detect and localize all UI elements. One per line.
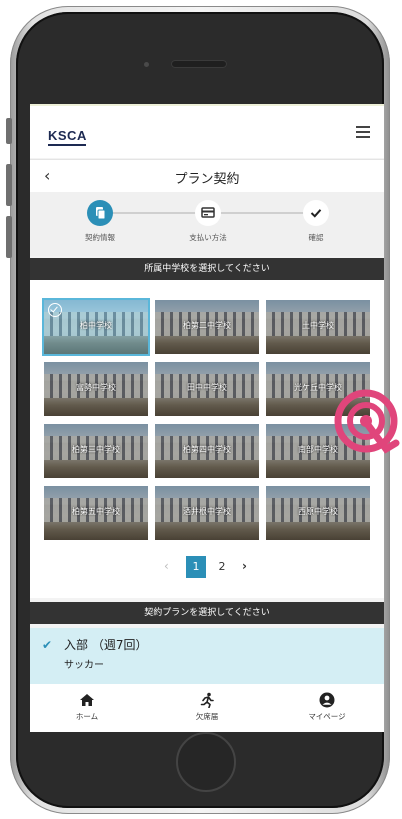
school-tile-selected[interactable]: 柏中学校: [44, 300, 148, 354]
school-name: 南部中学校: [298, 445, 338, 454]
school-tile[interactable]: 田中中学校: [155, 362, 259, 416]
logo[interactable]: KSCA: [48, 128, 87, 143]
step-label: 契約情報: [85, 233, 115, 242]
top-bar: KSCA: [30, 104, 384, 158]
bottom-tab-bar: ホーム 欠席届 マイページ: [30, 684, 384, 732]
plan-title: 入部 （週7回）: [64, 638, 148, 652]
school-name: 柏第二中学校: [183, 321, 231, 330]
page-1-button[interactable]: 1: [186, 556, 206, 578]
school-name: 柏中学校: [80, 321, 112, 330]
step-contract-info: 契約情報: [60, 200, 140, 243]
school-tile[interactable]: 土中学校: [266, 300, 370, 354]
tab-absence[interactable]: 欠席届: [162, 692, 252, 722]
earpiece-speaker: [171, 60, 227, 68]
school-tile[interactable]: 富勢中学校: [44, 362, 148, 416]
next-page-chevron-icon[interactable]: ›: [242, 559, 247, 573]
step-payment-method: 支払い方法: [168, 200, 248, 243]
tab-label: マイページ: [308, 712, 346, 721]
school-name: 富勢中学校: [76, 383, 116, 392]
school-tile[interactable]: 酒井根中学校: [155, 486, 259, 540]
home-button[interactable]: [176, 732, 236, 792]
pagination: ‹ 1 2 ›: [30, 556, 384, 578]
hamburger-menu-icon[interactable]: [356, 126, 370, 138]
credit-card-icon: [195, 200, 221, 226]
plan-sport: サッカー: [64, 660, 104, 671]
front-camera: [144, 62, 149, 67]
document-icon: [87, 200, 113, 226]
tab-mypage[interactable]: マイページ: [282, 692, 372, 722]
school-name: 柏第五中学校: [72, 507, 120, 516]
home-icon: [42, 692, 132, 708]
volume-down-button: [6, 216, 12, 258]
school-tile[interactable]: 柏第二中学校: [155, 300, 259, 354]
progress-stepper: 契約情報 支払い方法 確認: [30, 192, 384, 256]
logo-underline: [48, 144, 86, 146]
user-icon: [282, 692, 372, 708]
school-name: 酒井根中学校: [183, 507, 231, 516]
plan-section-heading: 契約プランを選択してください: [30, 602, 384, 624]
school-section-heading: 所属中学校を選択してください: [30, 258, 384, 280]
school-tile[interactable]: 柏第五中学校: [44, 486, 148, 540]
school-name: 西原中学校: [298, 507, 338, 516]
school-name: 柏第四中学校: [183, 445, 231, 454]
page-title: プラン契約: [174, 172, 240, 187]
school-tile[interactable]: 柏第四中学校: [155, 424, 259, 478]
school-tile[interactable]: 柏第三中学校: [44, 424, 148, 478]
step-label: 支払い方法: [189, 233, 227, 242]
tab-label: 欠席届: [195, 712, 219, 721]
school-tile[interactable]: 西原中学校: [266, 486, 370, 540]
check-icon: ✔: [42, 638, 53, 652]
volume-up-button: [6, 164, 12, 206]
school-name: 柏第三中学校: [72, 445, 120, 454]
prev-page-chevron-icon[interactable]: ‹: [164, 559, 169, 573]
step-confirm: 確認: [276, 200, 356, 243]
school-name: 光ケ丘中学校: [294, 383, 342, 392]
school-name: 土中学校: [302, 321, 334, 330]
title-bar: ‹ プラン契約: [30, 159, 384, 193]
page-2-button[interactable]: 2: [212, 556, 232, 578]
running-person-icon: [162, 692, 252, 709]
mute-switch: [6, 118, 12, 144]
step-label: 確認: [308, 233, 324, 242]
tab-home[interactable]: ホーム: [42, 692, 132, 722]
tab-label: ホーム: [75, 712, 99, 721]
school-name: 田中中学校: [187, 383, 227, 392]
plan-option[interactable]: ✔ 入部 （週7回） サッカー: [30, 628, 384, 684]
checkmark-circle-icon: [48, 303, 62, 317]
checkmark-icon: [303, 200, 329, 226]
